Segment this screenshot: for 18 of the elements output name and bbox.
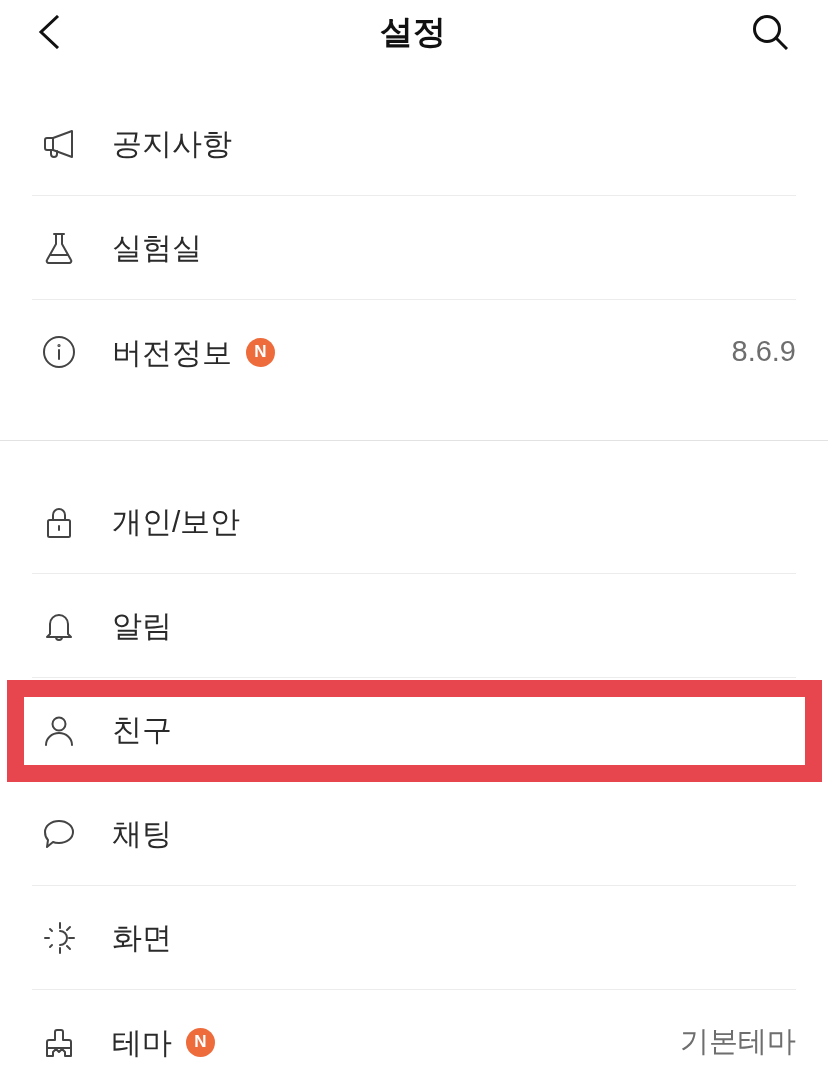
sun-icon [42, 920, 76, 955]
menu-item[interactable]: 공지사항 [112, 121, 232, 166]
value-text: 8.6.9 [731, 334, 796, 370]
menu-item[interactable]: 친구 [112, 707, 172, 752]
menu-item[interactable]: 개인/보안 [112, 499, 241, 544]
search-icon[interactable] [752, 14, 788, 50]
value-text: 기본테마 [680, 1024, 796, 1060]
new-badge: N [186, 1027, 215, 1057]
page-title: 설정 [380, 12, 446, 53]
menu-item[interactable]: 채팅 [112, 811, 172, 856]
back-icon[interactable] [38, 15, 60, 49]
menu-item[interactable]: 실험실 [112, 225, 202, 270]
info-icon [42, 335, 76, 369]
new-badge: N [246, 337, 275, 367]
menu-item[interactable]: 버전정보 [112, 329, 232, 375]
menu-item[interactable]: 화면 [112, 915, 172, 960]
menu-item[interactable]: 테마 [112, 1019, 172, 1065]
menu-item[interactable]: 알림 [112, 603, 172, 648]
